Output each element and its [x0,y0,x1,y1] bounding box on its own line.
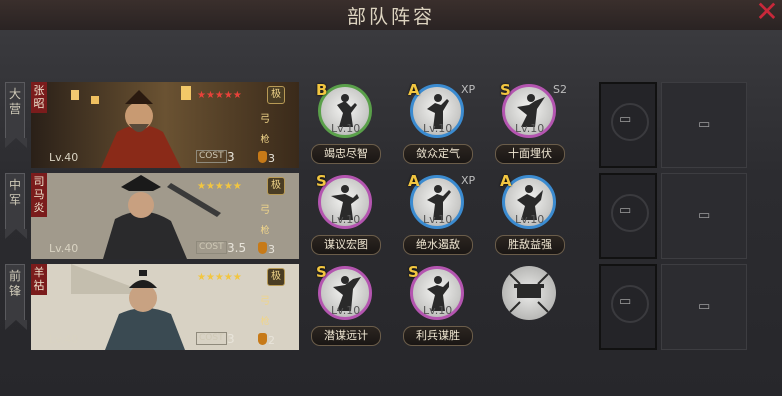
general-name: 司马炎 [31,173,47,217]
formation-row-center: 中军 司马炎 ★★★★★ 极 弓 枪 Lv.40 COST 3.5 3 S Lv… [5,172,749,259]
general-level: Lv.40 [49,242,79,255]
gear-slot[interactable]: ▭ [661,264,747,350]
title-bar: 部队阵容 ✕ [0,0,782,31]
general-name: 张昭 [31,82,47,113]
skill-grade: A [500,172,512,190]
awaken-badge-icon: 极 [267,177,285,195]
row-position-label: 前锋 [5,264,27,330]
bow-icon: 弓 [260,296,270,307]
bow-icon: 弓 [260,114,270,125]
cost-value: 3 [227,332,235,346]
bow-icon: 弓 [260,205,270,216]
skill-level: Lv.10 [331,304,361,317]
skill-name: 利兵谋胜 [403,326,473,346]
skill-slot-3[interactable]: S S2 Lv.10 十面埋伏 [489,81,569,168]
general-level: Lv.40 [49,333,79,346]
troop-type-icon [258,242,267,254]
empty-skill-slot-icon [502,266,556,320]
skill-name: 潜谋远计 [311,326,381,346]
skill-slot-1[interactable]: S Lv.10 谋议宏图 [305,172,385,259]
skill-level: Lv.10 [515,122,545,135]
close-button[interactable]: ✕ [754,0,780,26]
cost-label: COST [196,332,227,345]
row-position-label: 大营 [5,82,27,148]
skill-grade: A [408,81,420,99]
helmet-icon: ▭ [619,294,632,309]
skill-level: Lv.10 [423,304,453,317]
cost-label: COST [196,150,227,163]
skill-slot-2[interactable]: A XP Lv.10 绝水遏敌 [397,172,477,259]
general-name: 羊祜 [31,264,47,295]
troop-type-icon [258,333,267,345]
skill-tag: XP [461,83,476,96]
skill-name: 胜敌益强 [495,235,565,255]
page-title: 部队阵容 [346,6,435,28]
equipment-slot[interactable]: ▭ [599,173,657,259]
general-card[interactable]: 司马炎 ★★★★★ 极 弓 枪 Lv.40 COST 3.5 3 [31,173,299,259]
skill-name: 敛众定气 [403,144,473,164]
gear-slot[interactable]: ▭ [661,82,747,168]
cost-label: COST [196,241,227,254]
skill-name: 谋议宏图 [311,235,381,255]
skill-slot-1[interactable]: S Lv.10 潜谋远计 [305,263,385,350]
skill-level: Lv.10 [331,122,361,135]
skill-grade: S [316,263,327,281]
skill-grade: S [500,81,511,99]
skill-grade: B [316,81,328,99]
awaken-badge-icon: 极 [267,268,285,286]
star-rating: ★★★★★ [197,90,242,101]
skill-name: 绝水遏敌 [403,235,473,255]
general-card[interactable]: 张昭 ★★★★★ 极 弓 枪 Lv.40 COST 3 3 [31,82,299,168]
helmet-icon: ▭ [698,208,711,223]
skill-grade: S [408,263,419,281]
spear-icon: 枪 [260,226,270,236]
troop-type-icon [258,151,267,163]
skill-level: Lv.10 [423,213,453,226]
skill-slot-2[interactable]: S Lv.10 利兵谋胜 [397,263,477,350]
equipment-slot[interactable]: ▭ [599,82,657,168]
skill-slot-3[interactable]: A Lv.10 胜敌益强 [489,172,569,259]
helmet-icon: ▭ [619,112,632,127]
cost-value: 3 [227,150,235,164]
skill-slot-1[interactable]: B Lv.10 竭忠尽智 [305,81,385,168]
skill-level: Lv.10 [331,213,361,226]
cost-value: 3.5 [227,241,247,255]
helmet-icon: ▭ [698,117,711,132]
general-level: Lv.40 [49,151,79,164]
formation-row-vanguard: 前锋 羊祜 ★★★★★ 极 弓 枪 Lv.40 COST 3 2 S Lv.10… [5,263,749,350]
star-rating: ★★★★★ [197,272,242,283]
skill-name: 十面埋伏 [495,144,565,164]
skill-level: Lv.10 [515,213,545,226]
helmet-icon: ▭ [619,203,632,218]
skill-tag: XP [461,174,476,187]
awaken-badge-icon: 极 [267,86,285,104]
equipment-slot[interactable]: ▭ [599,264,657,350]
skill-name: 竭忠尽智 [311,144,381,164]
spear-icon: 枪 [260,317,270,327]
skill-slot-2[interactable]: A XP Lv.10 敛众定气 [397,81,477,168]
general-card[interactable]: 羊祜 ★★★★★ 极 弓 枪 Lv.40 COST 3 2 [31,264,299,350]
spear-icon: 枪 [260,135,270,145]
formation-row-camp: 大营 张昭 ★★★★★ 极 弓 枪 Lv.40 COST 3 3 B Lv.10… [5,81,749,168]
skill-tag: S2 [553,83,567,96]
troop-value: 2 [268,334,275,347]
skill-grade: S [316,172,327,190]
row-position-label: 中军 [5,173,27,239]
troop-value: 3 [268,152,275,165]
skill-slot-empty[interactable] [489,264,569,350]
skill-level: Lv.10 [423,122,453,135]
gear-slot[interactable]: ▭ [661,173,747,259]
skill-grade: A [408,172,420,190]
helmet-icon: ▭ [698,299,711,314]
star-rating: ★★★★★ [197,181,242,192]
troop-value: 3 [268,243,275,256]
